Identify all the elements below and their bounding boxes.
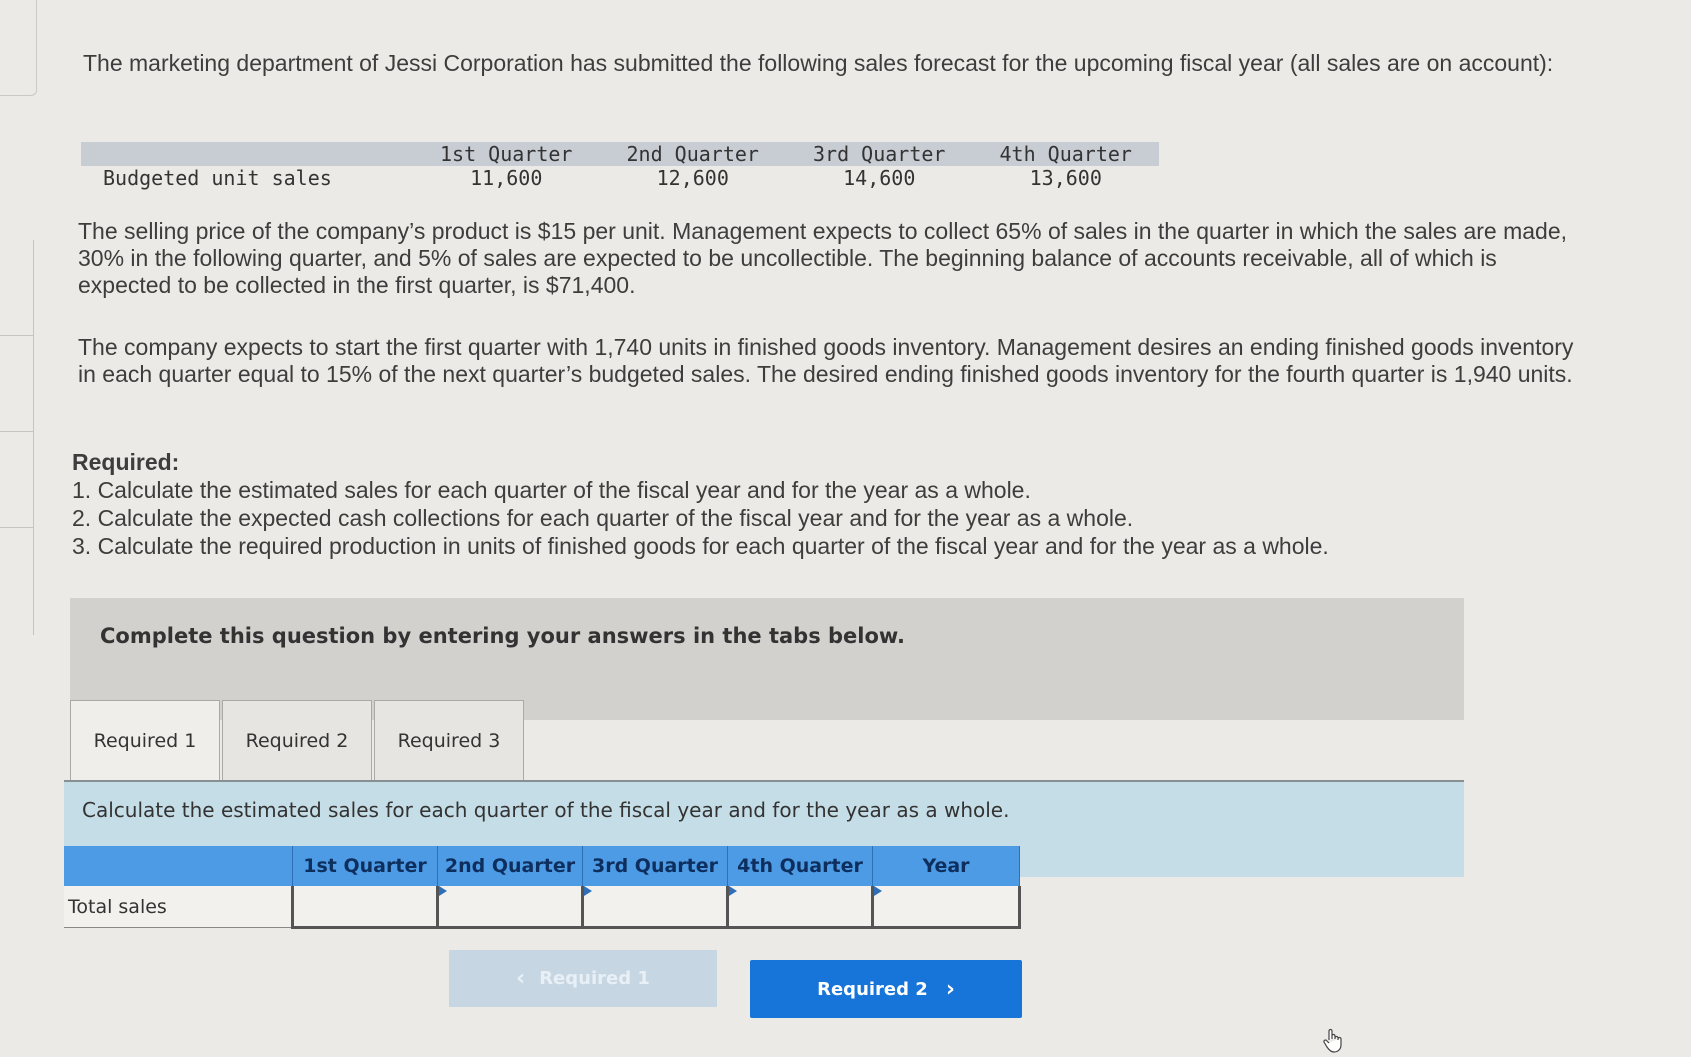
next-required-label: Required 2 [817, 978, 928, 1000]
answer-header-blank [64, 846, 293, 886]
intro-text: The marketing department of Jessi Corpor… [83, 50, 1554, 76]
answer-header-q3: 3rd Quarter [582, 846, 728, 886]
total-sales-year-input[interactable] [874, 886, 1018, 926]
required-item-2: 2. Calculate the expected cash collectio… [72, 505, 1134, 531]
instruction-text: Complete this question by entering your … [100, 624, 905, 648]
forecast-value-q1: 11,600 [470, 166, 543, 190]
tab-prompt: Calculate the estimated sales for each q… [82, 798, 1010, 822]
tab-required-2[interactable]: Required 2 [222, 700, 372, 780]
total-sales-q4-cell [726, 886, 873, 929]
collection-paragraph: The selling price of the company’s produ… [78, 218, 1568, 298]
forecast-value-q3: 14,600 [843, 166, 916, 190]
answer-header-row: 1st Quarter 2nd Quarter 3rd Quarter 4th … [64, 846, 1020, 886]
chevron-left-icon: ‹ [516, 966, 526, 991]
total-sales-q1-cell [291, 886, 438, 929]
forecast-row: Budgeted unit sales 11,600 12,600 14,600… [81, 166, 1159, 190]
tab-required-3[interactable]: Required 3 [374, 700, 524, 780]
left-panel-edge [0, 0, 37, 96]
total-sales-q2-cell [436, 886, 583, 929]
tab-required-1[interactable]: Required 1 [70, 700, 220, 780]
total-sales-q3-cell [581, 886, 728, 929]
input-marker-icon [729, 886, 737, 896]
forecast-header-q1: 1st Quarter [413, 142, 600, 166]
required-item-3: 3. Calculate the required production in … [72, 533, 1329, 559]
input-marker-icon [439, 886, 447, 896]
left-segment [0, 336, 33, 432]
forecast-header-q2: 2nd Quarter [599, 142, 786, 166]
forecast-header-q3: 3rd Quarter [786, 142, 973, 166]
input-marker-icon [874, 886, 882, 896]
forecast-header-blank [81, 142, 413, 166]
left-panel-edge-segments [0, 240, 34, 635]
total-sales-q1-input[interactable] [294, 886, 436, 926]
answer-header-q1: 1st Quarter [292, 846, 438, 886]
next-required-button[interactable]: Required 2 › [750, 960, 1022, 1018]
total-sales-label: Total sales [64, 886, 293, 928]
answer-header-q4: 4th Quarter [727, 846, 873, 886]
answer-header-q2: 2nd Quarter [437, 846, 583, 886]
tab-bar: Required 1 Required 2 Required 3 [70, 700, 526, 780]
inventory-paragraph: The company expects to start the first q… [78, 334, 1574, 387]
input-marker-icon [584, 886, 592, 896]
left-segment [0, 240, 33, 336]
sales-forecast-table: 1st Quarter 2nd Quarter 3rd Quarter 4th … [81, 142, 1159, 190]
total-sales-table: 1st Quarter 2nd Quarter 3rd Quarter 4th … [64, 846, 1021, 929]
forecast-value-q4: 13,600 [1029, 166, 1102, 190]
prev-required-label: Required 1 [539, 968, 650, 989]
forecast-row-label: Budgeted unit sales [103, 166, 332, 190]
forecast-header-row: 1st Quarter 2nd Quarter 3rd Quarter 4th … [81, 142, 1159, 166]
required-heading: Required: [72, 449, 180, 475]
total-sales-year-cell [871, 886, 1021, 929]
answer-header-year: Year [872, 846, 1020, 886]
total-sales-q2-input[interactable] [439, 886, 581, 926]
forecast-value-q2: 12,600 [656, 166, 729, 190]
forecast-header-q4: 4th Quarter [972, 142, 1159, 166]
chevron-right-icon: › [945, 976, 955, 1002]
required-item-1: 1. Calculate the estimated sales for eac… [72, 477, 1031, 503]
left-segment [0, 432, 33, 528]
prev-required-button[interactable]: ‹ Required 1 [449, 950, 717, 1007]
table-row: Total sales [64, 886, 1021, 929]
hand-cursor-icon [1323, 1028, 1342, 1053]
required-section: Required: 1. Calculate the estimated sal… [72, 448, 1572, 560]
total-sales-q3-input[interactable] [584, 886, 726, 926]
total-sales-q4-input[interactable] [729, 886, 871, 926]
